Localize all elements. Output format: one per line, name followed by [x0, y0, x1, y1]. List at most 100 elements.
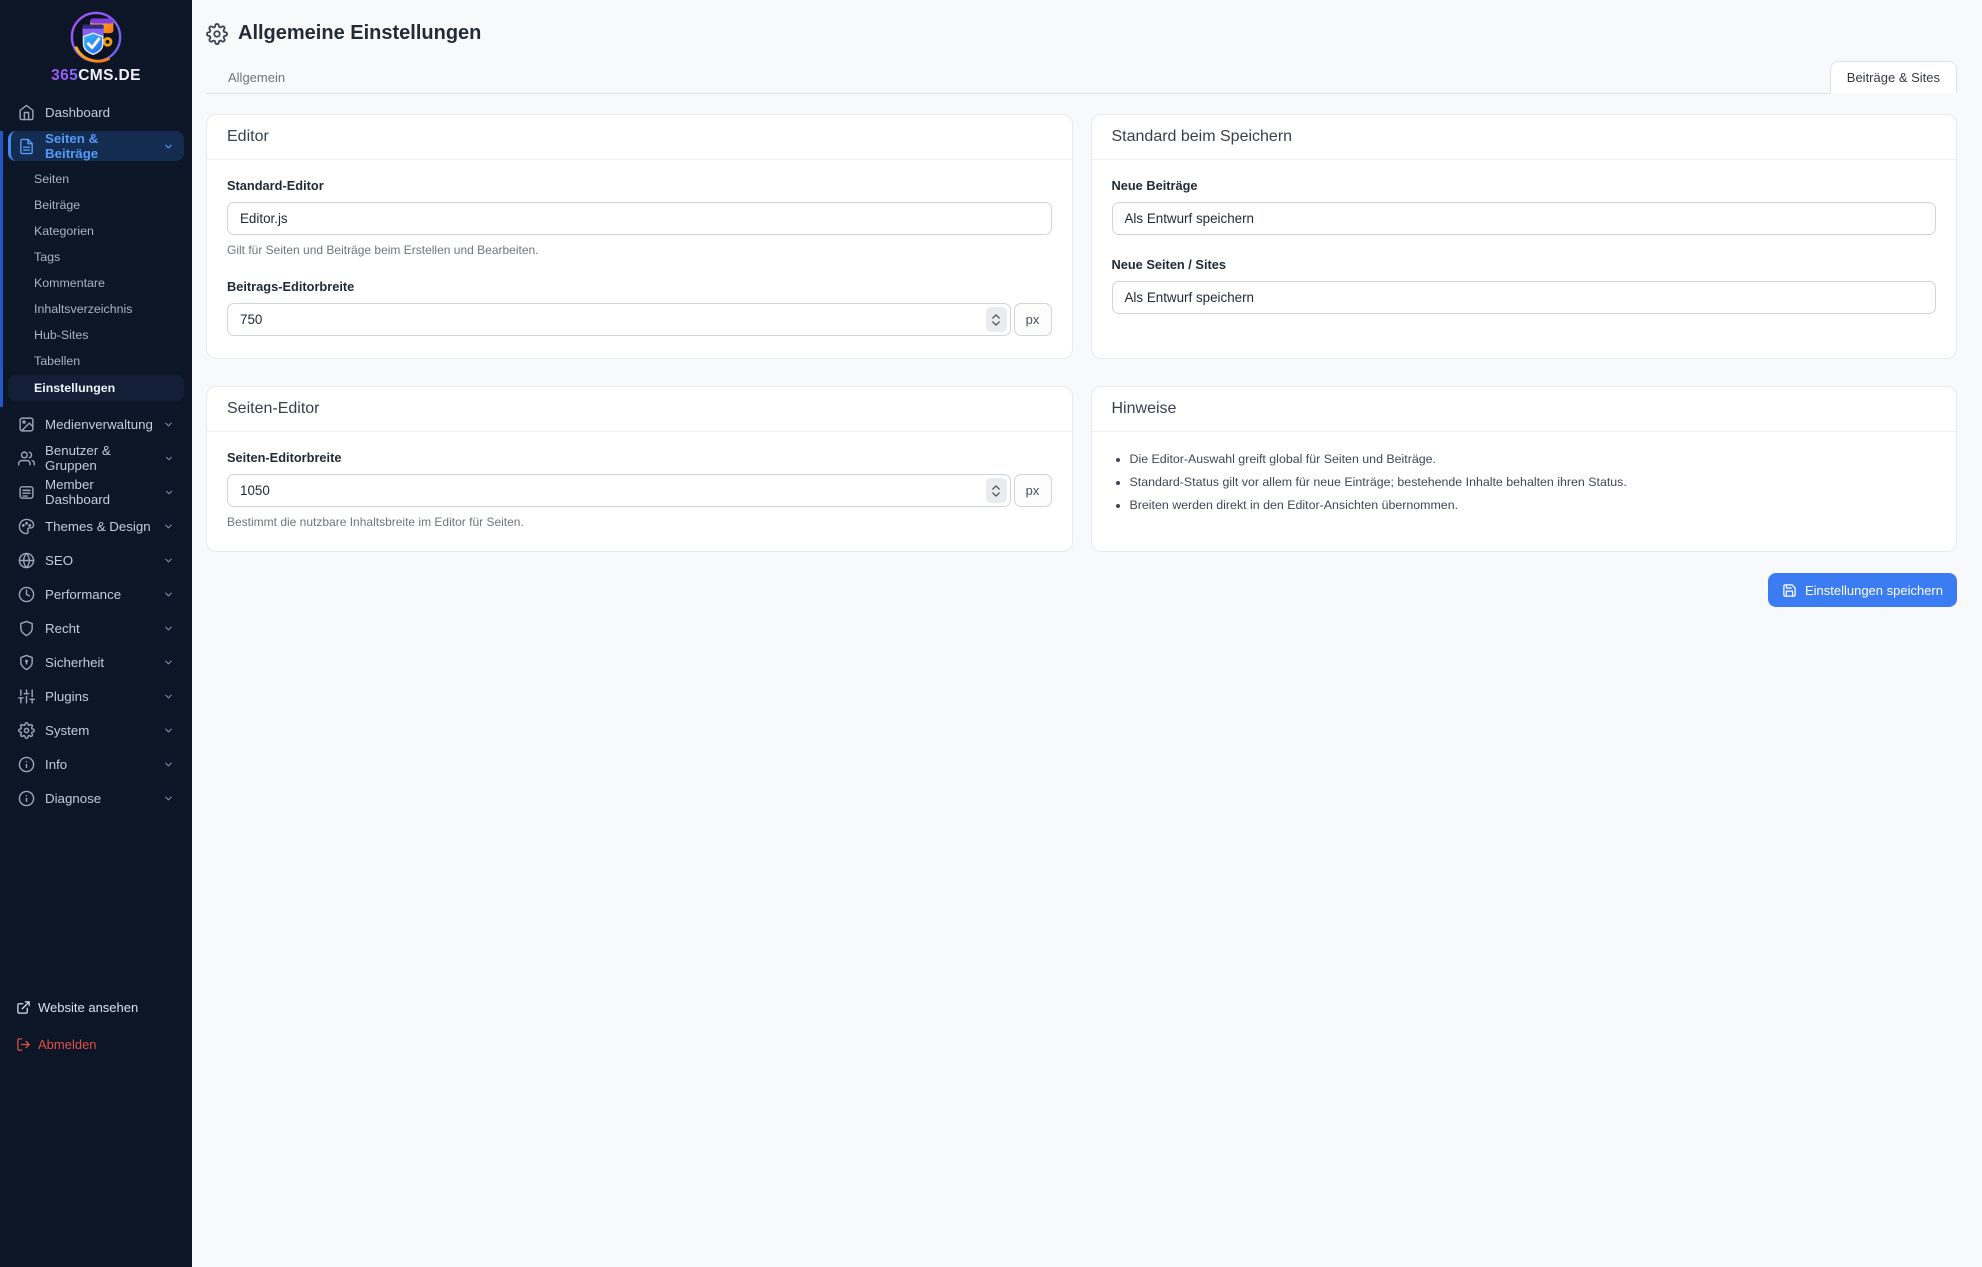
sidebar-item-label: SEO	[45, 553, 73, 568]
note-item: Breiten werden direkt in den Editor-Ansi…	[1130, 498, 1937, 512]
seiten-editor-card: Seiten-Editor Seiten-Editorbreite px	[206, 386, 1073, 552]
neue-beitraege-label: Neue Beiträge	[1112, 178, 1937, 193]
sidebar-subitem-inhaltsverzeichnis[interactable]: Inhaltsverzeichnis	[8, 297, 184, 321]
sidebar-subitem-seiten[interactable]: Seiten	[8, 167, 184, 191]
seiten-editorbreite-label: Seiten-Editorbreite	[227, 450, 1052, 465]
sidebar-item-recht[interactable]: Recht	[8, 613, 184, 643]
tab-bar: Allgemein Beiträge & Sites	[206, 61, 1957, 94]
sidebar-item-benutzer-gruppen[interactable]: Benutzer & Gruppen	[8, 443, 184, 473]
sidebar-item-medienverwaltung[interactable]: Medienverwaltung	[8, 409, 184, 439]
seiten-editorbreite-help: Bestimmt die nutzbare Inhaltsbreite im E…	[227, 515, 1052, 529]
standard-editor-label: Standard-Editor	[227, 178, 1052, 193]
sidebar-item-seiten-beitraege[interactable]: Seiten & Beiträge	[8, 131, 184, 161]
sidebar-item-label: Recht	[45, 621, 80, 636]
sidebar-item-label: Sicherheit	[45, 655, 104, 670]
notes-list: Die Editor-Auswahl greift global für Sei…	[1130, 452, 1937, 512]
chevron-down-icon	[163, 793, 174, 804]
sidebar-item-label: Plugins	[45, 689, 89, 704]
chevron-down-icon	[163, 691, 174, 702]
tab-allgemein[interactable]: Allgemein	[216, 62, 297, 93]
chevron-down-icon	[163, 623, 174, 634]
image-icon	[18, 416, 35, 433]
note-item: Standard-Status gilt vor allem für neue …	[1130, 475, 1937, 489]
sidebar-item-label: Seiten & Beiträge	[45, 131, 153, 161]
sidebar-subitem-einstellungen[interactable]: Einstellungen	[8, 375, 184, 401]
pages-icon	[18, 138, 35, 155]
number-stepper[interactable]	[986, 307, 1007, 332]
standard-editor-field: Standard-Editor Editor.js Gilt für Seite…	[227, 178, 1052, 257]
sidebar-item-label: Medienverwaltung	[45, 417, 153, 432]
diagnose-icon	[18, 790, 35, 807]
sidebar-item-performance[interactable]: Performance	[8, 579, 184, 609]
neue-seiten-field: Neue Seiten / Sites Als Entwurf speicher…	[1112, 257, 1937, 314]
card-icon	[18, 484, 35, 501]
sidebar-item-diagnose[interactable]: Diagnose	[8, 783, 184, 813]
sidebar-nav: Dashboard Seiten & Beiträge Seiten Beitr…	[0, 91, 192, 817]
card-title: Editor	[207, 115, 1072, 160]
clock-icon	[18, 586, 35, 603]
sidebar-item-themes-design[interactable]: Themes & Design	[8, 511, 184, 541]
page-header: Allgemeine Einstellungen	[206, 22, 1957, 45]
logout-label: Abmelden	[38, 1037, 97, 1052]
chevron-down-icon	[163, 725, 174, 736]
info-icon	[18, 756, 35, 773]
sidebar-subitem-tabellen[interactable]: Tabellen	[8, 349, 184, 373]
chevron-down-icon	[164, 453, 174, 464]
card-body: Seiten-Editorbreite px Bestimmt die nutz…	[207, 432, 1072, 551]
page-title: Allgemeine Einstellungen	[238, 22, 481, 45]
brand: 365CMS.DE	[0, 0, 192, 91]
sidebar-subitem-beitraege[interactable]: Beiträge	[8, 193, 184, 217]
number-input-wrap	[227, 303, 1011, 336]
card-body: Die Editor-Auswahl greift global für Sei…	[1092, 432, 1957, 543]
card-title: Seiten-Editor	[207, 387, 1072, 432]
chevron-down-icon	[163, 589, 174, 600]
card-title: Hinweise	[1092, 387, 1957, 432]
view-website-link[interactable]: Website ansehen	[16, 992, 176, 1022]
save-settings-button[interactable]: Einstellungen speichern	[1768, 573, 1957, 607]
save-icon	[1782, 583, 1797, 598]
sidebar-item-label: Benutzer & Gruppen	[45, 443, 154, 473]
sidebar-subitem-hub-sites[interactable]: Hub-Sites	[8, 323, 184, 347]
logout-link[interactable]: Abmelden	[16, 1029, 176, 1059]
brand-logo-icon	[69, 10, 123, 64]
logout-icon	[16, 1037, 31, 1052]
sidebar-item-member-dashboard[interactable]: Member Dashboard	[8, 477, 184, 507]
sidebar-subitem-kategorien[interactable]: Kategorien	[8, 219, 184, 243]
chevron-down-icon	[163, 759, 174, 770]
chevron-down-icon	[164, 487, 174, 498]
neue-beitraege-select[interactable]: Als Entwurf speichern	[1112, 202, 1937, 235]
sidebar-footer: Website ansehen Abmelden	[0, 992, 192, 1066]
beitrags-editorbreite-label: Beitrags-Editorbreite	[227, 279, 1052, 294]
shield-lock-icon	[18, 654, 35, 671]
settings-grid: Editor Standard-Editor Editor.js Gilt fü…	[206, 114, 1957, 607]
sidebar-item-sicherheit[interactable]: Sicherheit	[8, 647, 184, 677]
tab-beitraege-sites[interactable]: Beiträge & Sites	[1830, 61, 1957, 94]
seiten-editorbreite-input[interactable]	[227, 474, 1011, 507]
main-content: Allgemeine Einstellungen Allgemein Beitr…	[192, 0, 1982, 1267]
number-stepper[interactable]	[986, 478, 1007, 503]
neue-seiten-label: Neue Seiten / Sites	[1112, 257, 1937, 272]
card-title: Standard beim Speichern	[1092, 115, 1957, 160]
standard-editor-help: Gilt für Seiten und Beiträge beim Erstel…	[227, 243, 1052, 257]
sidebar-item-info[interactable]: Info	[8, 749, 184, 779]
card-body: Standard-Editor Editor.js Gilt für Seite…	[207, 160, 1072, 358]
stepper-down-icon	[992, 321, 1000, 326]
brand-name: 365CMS.DE	[51, 67, 141, 85]
sidebar-group-seiten-beitraege: Seiten & Beiträge Seiten Beiträge Katego…	[8, 131, 184, 409]
sidebar-subitem-tags[interactable]: Tags	[8, 245, 184, 269]
sidebar-item-plugins[interactable]: Plugins	[8, 681, 184, 711]
sidebar-subitem-kommentare[interactable]: Kommentare	[8, 271, 184, 295]
sidebar-item-system[interactable]: System	[8, 715, 184, 745]
stepper-down-icon	[992, 492, 1000, 497]
sidebar-item-seo[interactable]: SEO	[8, 545, 184, 575]
chevron-down-icon	[163, 521, 174, 532]
beitrags-editorbreite-input[interactable]	[227, 303, 1011, 336]
standard-editor-select[interactable]: Editor.js	[227, 202, 1052, 235]
settings-gear-icon	[206, 23, 228, 45]
save-row: Einstellungen speichern	[206, 573, 1957, 607]
sidebar-item-label: Diagnose	[45, 791, 101, 806]
sidebar-item-dashboard[interactable]: Dashboard	[8, 97, 184, 127]
sidebar-item-label: Dashboard	[45, 105, 110, 120]
chevron-down-icon	[163, 141, 174, 152]
neue-seiten-select[interactable]: Als Entwurf speichern	[1112, 281, 1937, 314]
